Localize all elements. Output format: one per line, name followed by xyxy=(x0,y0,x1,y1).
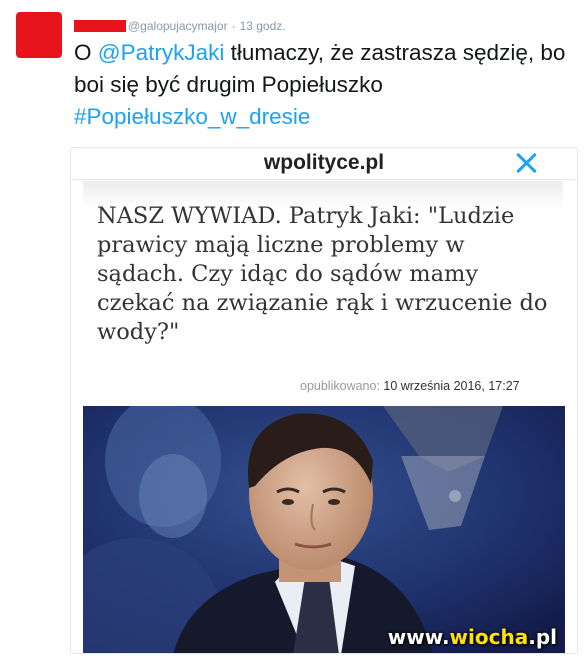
mention-link[interactable]: @PatrykJaki xyxy=(98,40,225,65)
tweet-text: O @PatrykJaki tłumaczy, że zastrasza sęd… xyxy=(74,37,574,133)
avatar[interactable] xyxy=(16,12,62,58)
meta-separator: · xyxy=(231,19,236,33)
site-watermark: www.wiocha.pl xyxy=(388,625,557,649)
redacted-username xyxy=(74,20,126,32)
site-name: wpolityce.pl xyxy=(263,151,385,174)
tweet-meta: @galopujacymajor · 13 godz. xyxy=(74,19,286,33)
close-icon[interactable] xyxy=(513,150,539,176)
tweet-text-prefix: O xyxy=(74,40,98,65)
hashtag-link[interactable]: #Popiełuszko_w_dresie xyxy=(74,104,310,129)
article-photo[interactable]: www.wiocha.pl xyxy=(83,406,565,653)
watermark-prefix: www. xyxy=(387,625,450,649)
link-preview-card[interactable]: wpolityce.pl NASZ WYWIAD. Patryk Jaki: "… xyxy=(70,147,578,654)
published-info: opublikowano: 10 września 2016, 17:27 xyxy=(300,379,520,393)
user-handle[interactable]: @galopujacymajor xyxy=(128,19,228,33)
article-headline[interactable]: NASZ WYWIAD. Patryk Jaki: "Ludzie prawic… xyxy=(97,202,557,347)
photo-illustration xyxy=(83,406,565,653)
watermark-suffix: .pl xyxy=(528,625,557,649)
watermark-accent: wiocha xyxy=(449,625,529,649)
card-header: wpolityce.pl xyxy=(71,148,577,180)
tweet-timestamp[interactable]: 13 godz. xyxy=(240,19,286,33)
published-date: 10 września 2016, 17:27 xyxy=(383,379,520,393)
published-label: opublikowano: xyxy=(300,379,380,393)
